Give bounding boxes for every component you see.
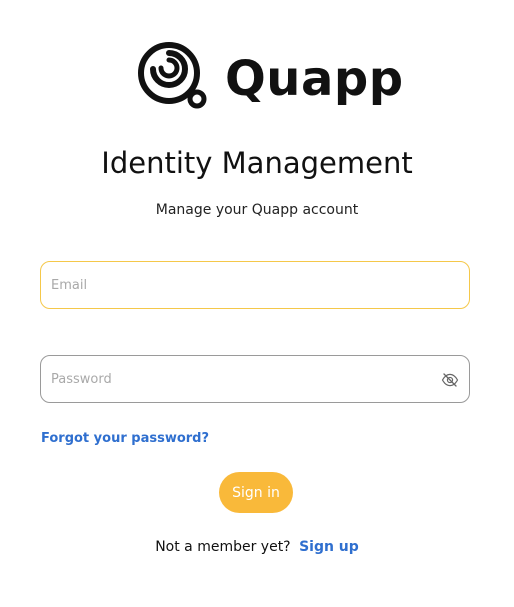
signup-prompt: Not a member yet? Sign up	[0, 538, 514, 556]
sign-up-link[interactable]: Sign up	[299, 539, 359, 555]
forgot-password-link[interactable]: Forgot your password?	[41, 430, 209, 448]
eye-slash-icon[interactable]	[441, 371, 459, 389]
page-title: Identity Management	[101, 146, 413, 180]
email-input[interactable]	[41, 262, 469, 308]
password-field[interactable]	[40, 355, 470, 403]
email-field[interactable]	[40, 261, 470, 309]
sign-in-button[interactable]: Sign in	[219, 472, 293, 513]
signup-question: Not a member yet?	[155, 539, 291, 555]
brand-wordmark: Quapp	[225, 51, 404, 107]
page-subtitle: Manage your Quapp account	[155, 202, 359, 218]
brand-logo: Quapp	[137, 40, 403, 112]
password-input[interactable]	[41, 356, 469, 402]
quapp-spiral-logo-icon	[138, 42, 207, 109]
